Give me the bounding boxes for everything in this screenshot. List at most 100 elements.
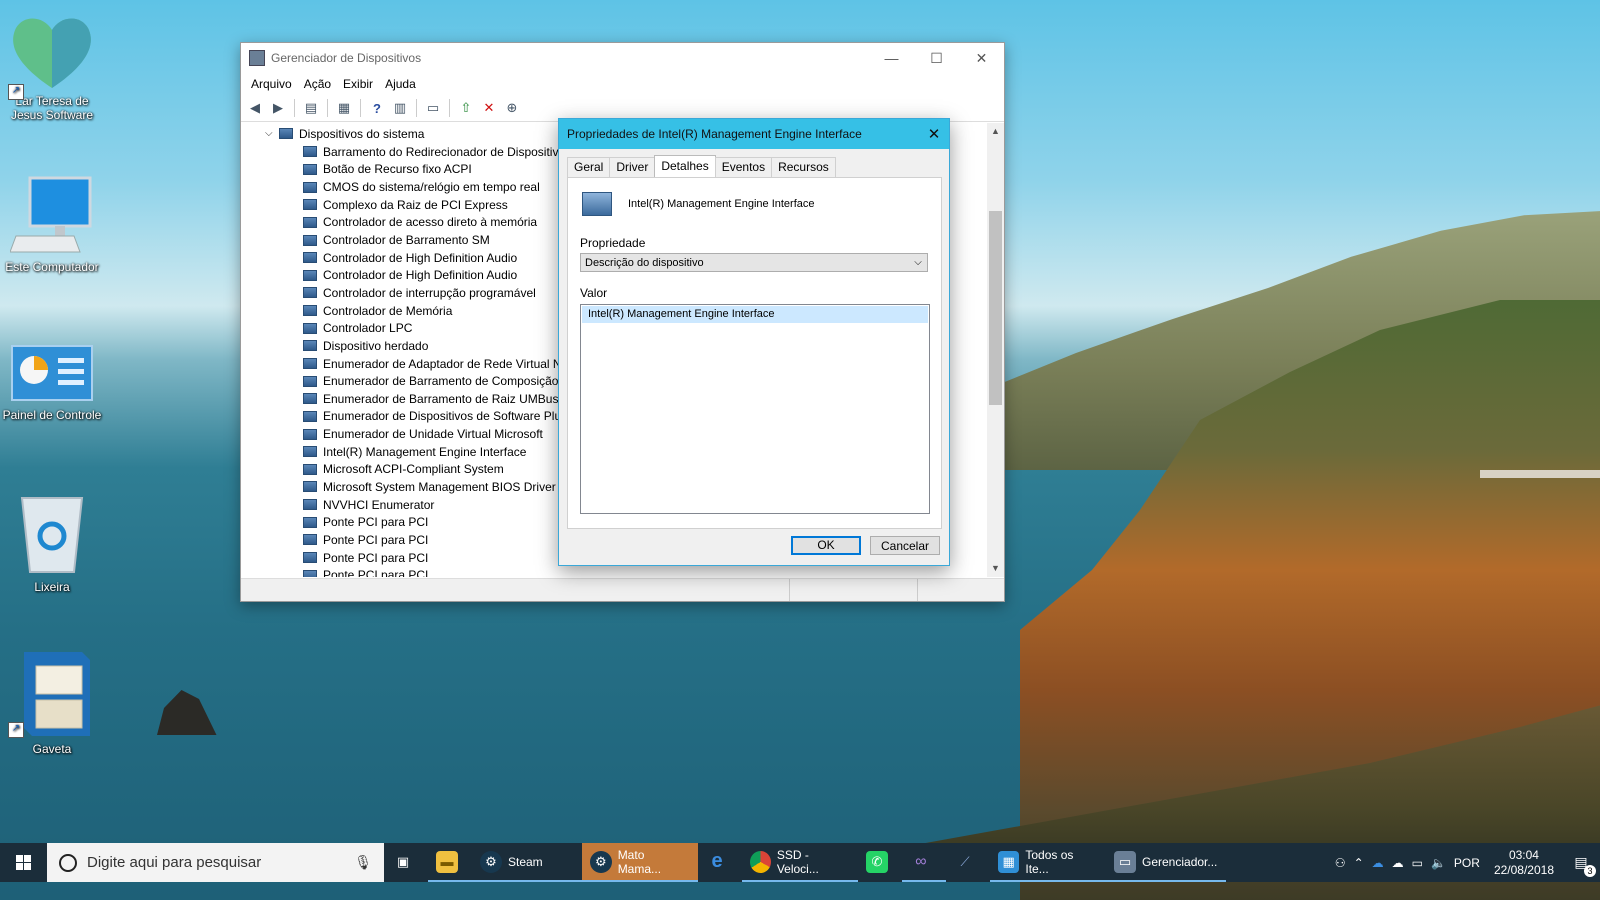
dialog-close-button[interactable]: ✕ — [919, 119, 949, 149]
task-view-button[interactable]: ▣ — [384, 843, 428, 882]
tree-row[interactable]: Microsoft System Management BIOS Driver — [303, 478, 571, 496]
taskbar-edge[interactable]: e — [698, 843, 742, 882]
tree-row[interactable]: Controlador LPC — [303, 319, 571, 337]
dialog-titlebar[interactable]: Propriedades de Intel(R) Management Engi… — [559, 119, 949, 149]
tree-row[interactable]: Ponte PCI para PCI — [303, 566, 571, 577]
taskbar-control-panel[interactable]: ▦ Todos os Ite... — [990, 843, 1106, 882]
volume-icon[interactable]: 🔈 — [1431, 856, 1446, 870]
taskbar-graph-app[interactable]: ⟋ — [946, 843, 990, 882]
tab-driver[interactable]: Driver — [609, 157, 656, 177]
desktop-icon-control-panel[interactable]: Painel de Controle — [2, 344, 102, 422]
vertical-scrollbar[interactable]: ▲ ▼ — [987, 123, 1004, 577]
desktop-icon-this-pc[interactable]: Este Computador — [2, 176, 102, 274]
start-button[interactable] — [0, 843, 47, 882]
uninstall-device-icon[interactable]: ✕ — [479, 98, 499, 118]
scroll-up-icon[interactable]: ▲ — [987, 123, 1004, 140]
help-icon[interactable]: ? — [367, 98, 387, 118]
action-pane-icon[interactable]: ▥ — [390, 98, 410, 118]
tree-row[interactable]: Intel(R) Management Engine Interface — [303, 443, 571, 461]
heart-logo-icon — [6, 14, 98, 90]
onedrive-icon[interactable]: ☁ — [1372, 856, 1384, 870]
scroll-down-icon[interactable]: ▼ — [987, 560, 1004, 577]
scan-hardware-icon[interactable]: ▭ — [423, 98, 443, 118]
tree-row[interactable]: Enumerador de Unidade Virtual Microsoft — [303, 425, 571, 443]
menu-ajuda[interactable]: Ajuda — [379, 77, 422, 91]
device-icon — [303, 463, 317, 475]
taskbar-visual-studio[interactable]: ∞ — [902, 843, 946, 882]
cortana-icon — [59, 853, 77, 872]
clock[interactable]: 03:04 22/08/2018 — [1488, 848, 1560, 878]
desktop-icon-recycle-bin[interactable]: Lixeira — [2, 492, 102, 594]
tab-recursos[interactable]: Recursos — [771, 157, 836, 177]
tab-geral[interactable]: Geral — [567, 157, 611, 177]
windows-logo-icon — [16, 855, 31, 870]
taskbar-app-label: Todos os Ite... — [1025, 847, 1074, 876]
tree-row[interactable]: Controlador de acesso direto à memória — [303, 214, 571, 232]
taskbar-device-manager[interactable]: ▭ Gerenciador... — [1106, 843, 1226, 882]
tree-row[interactable]: Controlador de High Definition Audio — [303, 266, 571, 284]
menu-arquivo[interactable]: Arquivo — [245, 77, 298, 91]
device-manager-titlebar[interactable]: Gerenciador de Dispositivos — ☐ ✕ — [241, 43, 1004, 73]
scrollbar-thumb[interactable] — [989, 211, 1002, 405]
cancel-button[interactable]: Cancelar — [870, 536, 940, 555]
tree-row[interactable]: Botão de Recurso fixo ACPI — [303, 161, 571, 179]
tree-row[interactable]: Ponte PCI para PCI — [303, 513, 571, 531]
properties-icon[interactable]: ▦ — [334, 98, 354, 118]
desktop-icon-gaveta[interactable]: ↗ Gaveta — [2, 648, 102, 756]
tree-row[interactable]: Controlador de High Definition Audio — [303, 249, 571, 267]
tree-row[interactable]: Controlador de Barramento SM — [303, 231, 571, 249]
action-center-button[interactable]: ▤ 3 — [1568, 854, 1596, 877]
menu-exibir[interactable]: Exibir — [337, 77, 379, 91]
tree-row[interactable]: Enumerador de Adaptador de Rede Virtual … — [303, 355, 571, 373]
cloud-icon[interactable]: ☁ — [1392, 856, 1404, 870]
tree-row-label: Enumerador de Unidade Virtual Microsoft — [323, 427, 543, 442]
taskbar-steam-chat[interactable]: ⚙ Mato Mama... — [582, 843, 698, 882]
taskbar-app-label: Gerenciador... — [1142, 854, 1218, 869]
tree-row[interactable]: Barramento do Redirecionador de Disposit… — [303, 143, 571, 161]
tree-row[interactable]: Enumerador de Dispositivos de Software P… — [303, 408, 571, 426]
properties-dialog[interactable]: Propriedades de Intel(R) Management Engi… — [558, 118, 950, 566]
tree-row[interactable]: Enumerador de Barramento de Raiz UMBus — [303, 390, 571, 408]
tree-row[interactable]: NVVHCI Enumerator — [303, 496, 571, 514]
desktop-icon-lar-teresa[interactable]: ↗ Lar Teresa de Jesus Software — [2, 14, 102, 122]
chevron-up-icon[interactable]: ⌃ — [1354, 856, 1364, 870]
maximize-button[interactable]: ☐ — [914, 43, 959, 73]
taskbar-chrome[interactable]: SSD - Veloci... — [742, 843, 858, 882]
device-icon — [303, 163, 317, 175]
taskbar-steam[interactable]: ⚙ Steam — [472, 843, 582, 882]
value-listbox[interactable]: Intel(R) Management Engine Interface — [580, 304, 930, 514]
chevron-down-icon[interactable]: ⌵ — [265, 128, 279, 139]
minimize-button[interactable]: — — [869, 43, 914, 73]
taskbar-file-explorer[interactable]: ▬ — [428, 843, 472, 882]
property-select[interactable]: Descrição do dispositivo ⌵ — [580, 253, 928, 272]
tree-root-system-devices[interactable]: ⌵ Dispositivos do sistema — [265, 125, 424, 142]
tree-row[interactable]: Controlador de Memória — [303, 302, 571, 320]
tree-row[interactable]: Dispositivo herdado — [303, 337, 571, 355]
tree-row[interactable]: Controlador de interrupção programável — [303, 284, 571, 302]
tree-row[interactable]: Ponte PCI para PCI — [303, 531, 571, 549]
tree-row[interactable]: Microsoft ACPI-Compliant System — [303, 461, 571, 479]
network-icon[interactable]: ▭ — [1412, 856, 1423, 870]
people-icon[interactable]: ⚇ — [1335, 856, 1346, 870]
tab-detalhes[interactable]: Detalhes — [654, 155, 716, 177]
back-arrow-icon[interactable]: ◀ — [245, 98, 265, 118]
tab-eventos[interactable]: Eventos — [714, 157, 773, 177]
microphone-icon[interactable]: 🎙 — [354, 854, 372, 871]
tree-row-label: CMOS do sistema/relógio em tempo real — [323, 180, 540, 195]
tree-row[interactable]: CMOS do sistema/relógio em tempo real — [303, 178, 571, 196]
disable-device-icon[interactable]: ⊕ — [502, 98, 522, 118]
tree-row[interactable]: Complexo da Raiz de PCI Express — [303, 196, 571, 214]
update-driver-icon[interactable]: ⇧ — [456, 98, 476, 118]
menu-acao[interactable]: Ação — [298, 77, 337, 91]
close-button[interactable]: ✕ — [959, 43, 1004, 73]
list-item[interactable]: Intel(R) Management Engine Interface — [582, 306, 928, 323]
ok-button[interactable]: OK — [791, 536, 861, 555]
tree-row[interactable]: Ponte PCI para PCI — [303, 549, 571, 567]
taskbar-whatsapp[interactable]: ✆ — [858, 843, 902, 882]
show-hide-console-tree-icon[interactable]: ▤ — [301, 98, 321, 118]
tree-row[interactable]: Enumerador de Barramento de Composição — [303, 372, 571, 390]
search-box[interactable]: Digite aqui para pesquisar 🎙 — [47, 843, 384, 882]
wallpaper-bridge — [1480, 470, 1600, 478]
language-indicator[interactable]: POR — [1454, 856, 1480, 870]
forward-arrow-icon[interactable]: ▶ — [268, 98, 288, 118]
